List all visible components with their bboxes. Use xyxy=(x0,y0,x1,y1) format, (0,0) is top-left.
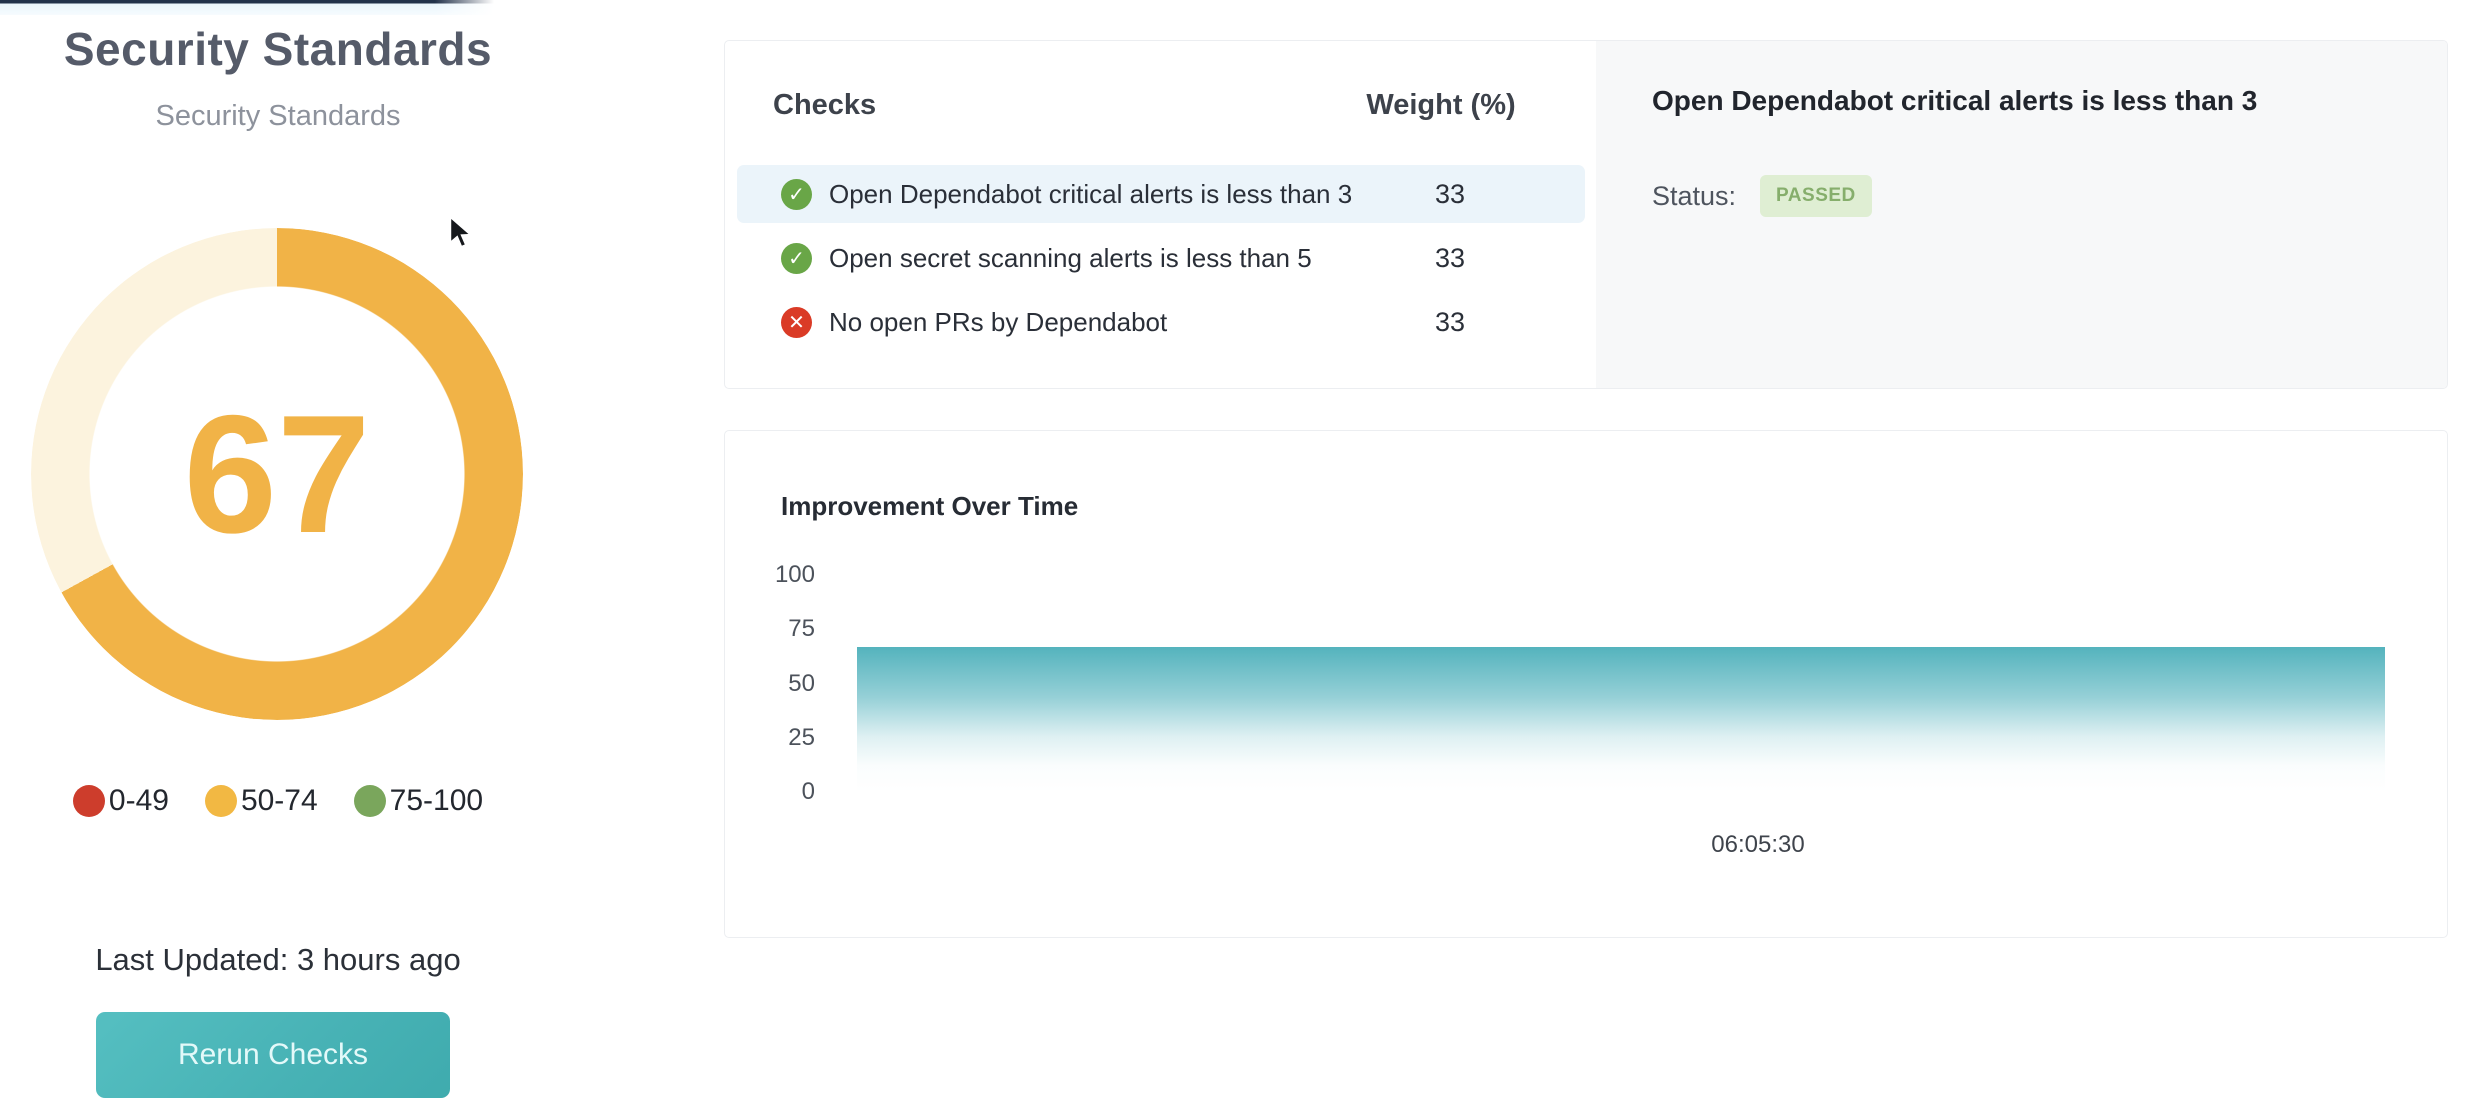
weight-column-header: Weight (%) xyxy=(1335,89,1547,122)
chart-title: Improvement Over Time xyxy=(781,491,1078,522)
status-badge: PASSED xyxy=(1760,175,1872,217)
status-label: Status: xyxy=(1652,181,1736,212)
legend-label: 50-74 xyxy=(241,784,318,818)
checks-card: Checks Weight (%) ✓ Open Dependabot crit… xyxy=(724,40,2448,389)
last-updated-text: Last Updated: 3 hours ago xyxy=(0,942,556,978)
check-glyph: ✓ xyxy=(788,182,805,207)
legend-item-mid: 50-74 xyxy=(205,784,318,818)
score-legend: 0-49 50-74 75-100 xyxy=(0,784,556,818)
check-passed-icon: ✓ xyxy=(781,179,812,210)
check-row-secret-scanning[interactable]: ✓ Open secret scanning alerts is less th… xyxy=(737,229,1585,287)
window-edge-artifact xyxy=(0,0,494,15)
check-weight: 33 xyxy=(1350,179,1550,210)
area-series-band xyxy=(857,647,2385,792)
check-label: No open PRs by Dependabot xyxy=(829,307,1167,338)
detail-title: Open Dependabot critical alerts is less … xyxy=(1652,85,2447,117)
y-axis-tick: 0 xyxy=(802,778,815,806)
y-axis-tick: 25 xyxy=(788,724,815,752)
check-weight: 33 xyxy=(1350,243,1550,274)
check-glyph: ✓ xyxy=(788,246,805,271)
y-axis-tick: 100 xyxy=(775,561,815,589)
checks-column-header: Checks xyxy=(773,89,876,122)
legend-dot-green xyxy=(354,785,386,817)
page-title: Security Standards xyxy=(0,22,556,76)
check-detail-panel: Open Dependabot critical alerts is less … xyxy=(1596,41,2447,388)
legend-dot-yellow xyxy=(205,785,237,817)
check-label: Open secret scanning alerts is less than… xyxy=(829,243,1312,274)
legend-dot-red xyxy=(73,785,105,817)
check-passed-icon: ✓ xyxy=(781,243,812,274)
status-line: Status: PASSED xyxy=(1652,175,2447,217)
y-axis-tick: 75 xyxy=(788,615,815,643)
check-glyph: ✕ xyxy=(788,310,805,335)
check-weight: 33 xyxy=(1350,307,1550,338)
legend-label: 0-49 xyxy=(109,784,169,818)
check-row-dependabot-critical[interactable]: ✓ Open Dependabot critical alerts is les… xyxy=(737,165,1585,223)
legend-label: 75-100 xyxy=(390,784,483,818)
improvement-chart-card: Improvement Over Time 100 75 50 25 0 06:… xyxy=(724,430,2448,938)
score-value: 67 xyxy=(31,228,523,720)
page-subtitle: Security Standards xyxy=(0,100,556,133)
check-failed-icon: ✕ xyxy=(781,307,812,338)
score-gauge: 67 xyxy=(31,228,523,720)
legend-item-high: 75-100 xyxy=(354,784,483,818)
y-axis-tick: 50 xyxy=(788,670,815,698)
chart-plot-area xyxy=(857,575,2385,792)
legend-item-low: 0-49 xyxy=(73,784,169,818)
check-row-open-prs[interactable]: ✕ No open PRs by Dependabot 33 xyxy=(737,293,1585,351)
mouse-cursor-icon xyxy=(446,216,476,250)
check-label: Open Dependabot critical alerts is less … xyxy=(829,179,1352,210)
x-axis-tick: 06:05:30 xyxy=(1658,831,1858,859)
rerun-checks-button[interactable]: Rerun Checks xyxy=(96,1012,450,1098)
